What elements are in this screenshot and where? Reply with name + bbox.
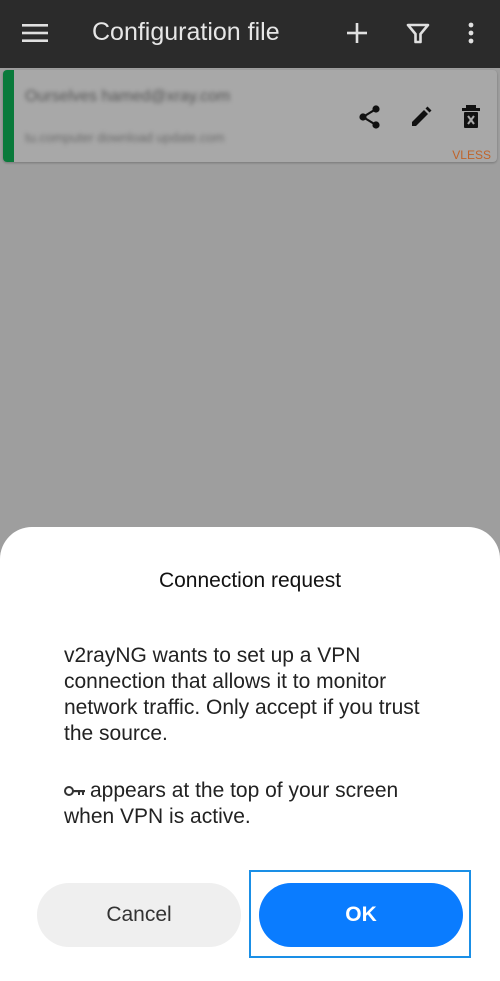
edit-icon[interactable] xyxy=(407,103,435,131)
top-app-bar: Configuration file xyxy=(0,0,500,68)
server-address: tu.computer download update.com xyxy=(25,130,225,145)
protocol-type-label: VLESS xyxy=(452,148,491,162)
server-item[interactable]: Ourselves hamed@xray.com tu.computer dow… xyxy=(3,70,497,162)
vpn-connection-dialog: Connection request v2rayNG wants to set … xyxy=(0,527,500,981)
page-title: Configuration file xyxy=(92,18,280,46)
server-remarks: Ourselves hamed@xray.com xyxy=(25,88,231,105)
ok-button[interactable]: OK xyxy=(259,883,463,947)
plus-icon[interactable] xyxy=(342,18,372,48)
menu-icon[interactable] xyxy=(22,22,48,44)
filter-icon[interactable] xyxy=(403,18,433,48)
cancel-button[interactable]: Cancel xyxy=(37,883,241,947)
delete-icon[interactable] xyxy=(457,103,485,131)
key-icon xyxy=(64,786,85,797)
selected-indicator xyxy=(3,70,14,162)
dialog-note-text: appears at the top of your screen when V… xyxy=(64,779,399,828)
share-icon[interactable] xyxy=(356,103,384,131)
more-vert-icon[interactable] xyxy=(456,18,486,48)
dialog-note: appears at the top of your screen when V… xyxy=(64,778,444,830)
dialog-message: v2rayNG wants to set up a VPN connection… xyxy=(64,644,420,745)
dialog-title: Connection request xyxy=(158,569,342,592)
